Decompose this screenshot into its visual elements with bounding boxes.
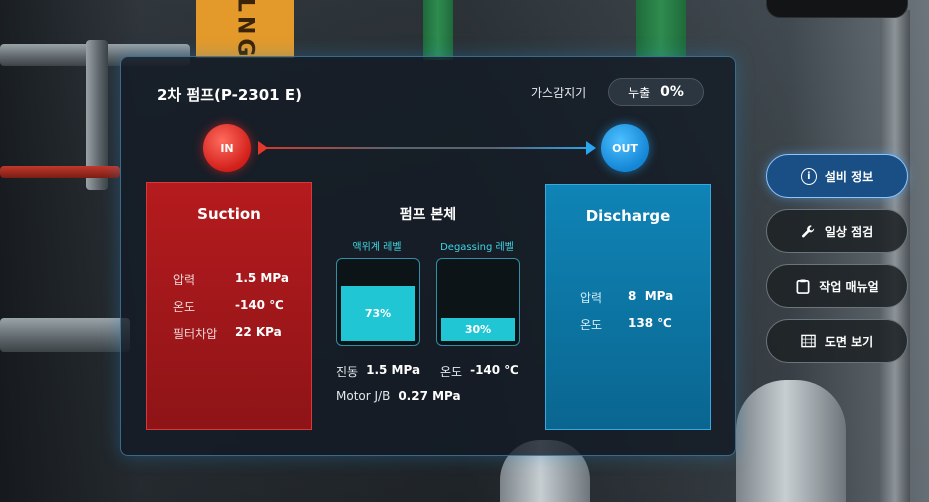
suction-header: Suction [197, 205, 261, 223]
gas-detector-label: 가스감지기 [531, 86, 587, 100]
gas-leak-value: 0% [660, 84, 684, 100]
info-icon: i [800, 167, 817, 185]
background-pipe [0, 166, 120, 178]
inlet-badge: IN [203, 124, 251, 172]
equipment-info-button[interactable]: i 설비 정보 [766, 154, 908, 198]
arrow-right-icon [258, 141, 268, 155]
discharge-row-temperature: 온도 138 ℃ [580, 316, 672, 332]
top-right-button[interactable] [766, 0, 908, 18]
pump-stat-temperature: 온도 -140 ℃ [440, 363, 519, 379]
gauge-label-level: 액위계 레벨 [352, 242, 402, 253]
gas-detector-status: 누출 0% [608, 78, 704, 106]
background-tank [736, 380, 846, 502]
panel-title: 2차 펌프(P-2301 E) [157, 86, 302, 104]
gauge-fill: 73% [341, 286, 415, 341]
arrow-right-icon [586, 141, 596, 155]
level-gauge: 73% [336, 258, 420, 346]
suction-row-pressure: 압력 1.5 MPa [173, 271, 289, 287]
background-pipe [0, 318, 130, 352]
degassing-gauge: 30% [436, 258, 520, 346]
discharge-header: Discharge [585, 207, 671, 225]
pump-stat-motor-jb: Motor J/B 0.27 MPa [336, 389, 461, 403]
outlet-badge: OUT [601, 124, 649, 172]
pump-body-header: 펌프 본체 [399, 207, 457, 223]
background-column [423, 0, 453, 60]
gas-status-label: 누출 [628, 85, 651, 100]
flow-line [264, 147, 594, 149]
background-frame [880, 10, 910, 502]
view-drawings-button[interactable]: 도면 보기 [766, 319, 908, 363]
suction-section: Suction 압력 1.5 MPa 온도 -140 ℃ 필터차압 22 KPa [146, 182, 312, 430]
pump-stat-vibration: 진동 1.5 MPa [336, 363, 421, 379]
wrench-icon [801, 223, 817, 239]
daily-inspection-button[interactable]: 일상 점검 [766, 209, 908, 253]
suction-row-filter-dp: 필터차압 22 KPa [173, 325, 282, 341]
gauge-fill: 30% [441, 318, 515, 341]
lng-sign: LNG [196, 0, 294, 60]
work-manual-button[interactable]: 작업 매뉴얼 [766, 264, 908, 308]
gauge-label-degassing: Degassing 레벨 [440, 242, 514, 253]
background-column [636, 0, 686, 58]
clipboard-icon [795, 278, 811, 294]
discharge-row-pressure: 압력 8 MPa [580, 289, 674, 305]
discharge-section: Discharge 압력 8 MPa 온도 138 ℃ [545, 184, 711, 430]
suction-row-temperature: 온도 -140 ℃ [173, 298, 284, 314]
blueprint-icon [801, 333, 817, 349]
